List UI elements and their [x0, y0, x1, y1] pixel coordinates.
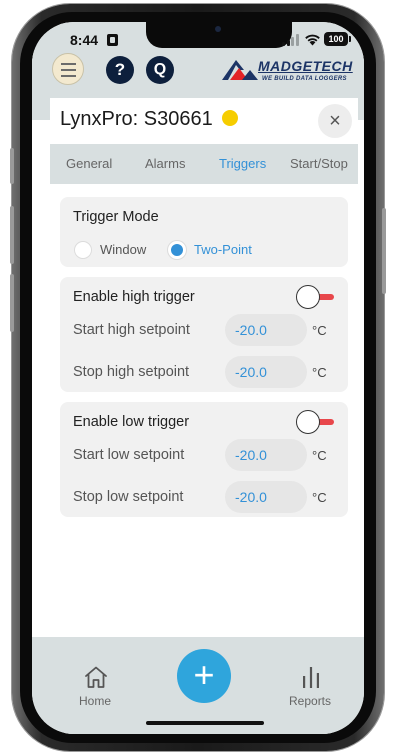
low-trigger-toggle[interactable]: [296, 410, 336, 434]
nav-home-label: Home: [79, 694, 112, 708]
tab-alarms[interactable]: Alarms: [145, 156, 185, 171]
device-title: LynxPro: S30661: [60, 108, 239, 131]
device-status-dot: [222, 110, 239, 126]
start-high-setpoint-input[interactable]: -20.0: [225, 314, 307, 346]
hamburger-menu-icon: [61, 63, 76, 65]
reports-icon: [303, 667, 319, 688]
status-time: 8:44: [70, 32, 99, 48]
high-trigger-card: Enable high trigger Start high setpoint …: [60, 277, 348, 392]
close-icon: ×: [329, 110, 341, 132]
sim-card-icon: [107, 34, 118, 46]
battery-level: 100: [328, 34, 344, 44]
close-button[interactable]: ×: [318, 104, 352, 138]
madgetech-logo: MADGETECH WE BUILD DATA LOGGERS: [220, 54, 356, 86]
cellular-signal-icon: [282, 34, 300, 46]
start-high-unit: °C: [312, 323, 327, 338]
home-icon: [85, 666, 107, 688]
trigger-mode-label: Trigger Mode: [73, 209, 159, 225]
device-title-text: LynxPro: S30661: [60, 108, 213, 130]
battery-icon: 100: [324, 32, 348, 46]
stop-low-setpoint-label: Stop low setpoint: [73, 489, 184, 505]
volume-down-button: [10, 274, 14, 332]
enable-high-trigger-label: Enable high trigger: [73, 289, 195, 305]
nav-reports[interactable]: Reports: [286, 662, 336, 712]
mute-switch: [10, 148, 14, 184]
add-button[interactable]: +: [177, 649, 231, 703]
plus-icon: +: [193, 654, 215, 695]
radio-window[interactable]: [74, 241, 92, 259]
start-high-setpoint-label: Start high setpoint: [73, 322, 190, 338]
tab-start-stop[interactable]: Start/Stop: [290, 156, 348, 171]
low-trigger-card: Enable low trigger Start low setpoint -2…: [60, 402, 348, 517]
battery-tip: [349, 36, 351, 42]
settings-tabs: General Alarms Triggers Start/Stop: [50, 144, 358, 184]
triggers-panel: Trigger Mode Window Two-Point Enable hig…: [50, 184, 358, 636]
radio-window-label[interactable]: Window: [100, 242, 146, 257]
logo-tagline: WE BUILD DATA LOGGERS: [262, 76, 347, 82]
volume-up-button: [10, 206, 14, 264]
stop-low-unit: °C: [312, 490, 327, 505]
radio-two-point[interactable]: [168, 241, 186, 259]
phone-screen: 8:44 100 ? Q MADGETECH WE BUILD DATA LOG…: [32, 22, 364, 734]
nav-home[interactable]: Home: [76, 662, 116, 712]
logo-name: MADGETECH: [258, 58, 353, 74]
device-title-bar: LynxPro: S30661 ×: [50, 98, 358, 144]
tab-triggers[interactable]: Triggers: [219, 156, 266, 171]
trigger-mode-card: Trigger Mode Window Two-Point: [60, 197, 348, 267]
home-indicator: [146, 721, 264, 725]
stop-low-setpoint-input[interactable]: -20.0: [225, 481, 307, 513]
enable-low-trigger-label: Enable low trigger: [73, 414, 190, 430]
wifi-icon: [305, 34, 320, 46]
quick-button[interactable]: Q: [146, 56, 174, 84]
radio-two-point-label[interactable]: Two-Point: [194, 242, 252, 257]
stop-high-setpoint-input[interactable]: -20.0: [225, 356, 307, 388]
stop-high-setpoint-label: Stop high setpoint: [73, 364, 190, 380]
tab-general[interactable]: General: [66, 156, 112, 171]
power-button: [382, 208, 386, 294]
menu-button[interactable]: [52, 53, 84, 85]
logo-mountain-icon: [222, 60, 258, 80]
high-trigger-toggle[interactable]: [296, 285, 336, 309]
nav-reports-label: Reports: [289, 694, 332, 708]
dynamic-island: [146, 22, 292, 48]
start-low-setpoint-label: Start low setpoint: [73, 447, 185, 463]
start-low-setpoint-input[interactable]: -20.0: [225, 439, 307, 471]
camera-dot: [215, 26, 221, 32]
stop-high-unit: °C: [312, 365, 327, 380]
start-low-unit: °C: [312, 448, 327, 463]
help-button[interactable]: ?: [106, 56, 134, 84]
